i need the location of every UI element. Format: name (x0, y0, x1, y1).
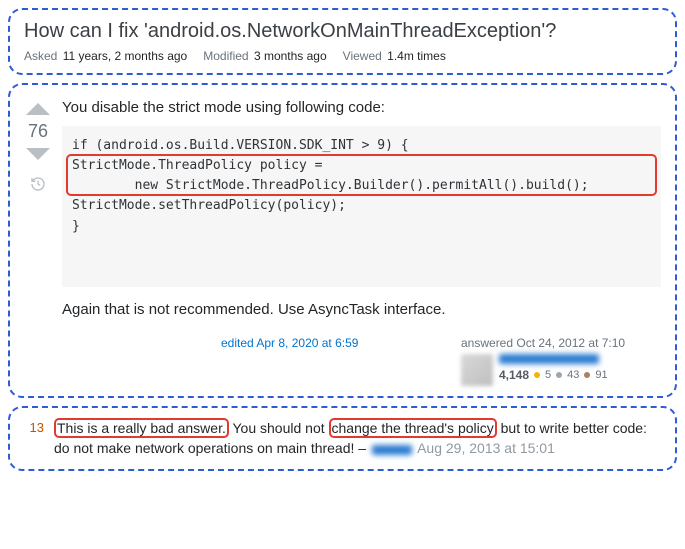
highlight-box-comment-1: This is a really bad answer. (54, 418, 229, 438)
bronze-count: 91 (595, 369, 607, 381)
viewed-label: Viewed (343, 49, 382, 63)
asked-value: 11 years, 2 months ago (63, 49, 188, 63)
gold-badge-icon (534, 372, 540, 378)
question-header: How can I fix 'android.os.NetworkOnMainT… (8, 8, 677, 75)
avatar (461, 354, 493, 386)
user-card[interactable]: 4,148 5 43 91 (461, 354, 661, 386)
modified-value: 3 months ago (254, 49, 327, 63)
code-line-1: if (android.os.Build.VERSION.SDK_INT > 9… (72, 138, 409, 153)
user-info: 4,148 5 43 91 (499, 354, 608, 382)
comment-time: Aug 29, 2013 at 15:01 (417, 440, 555, 456)
edited-time[interactable]: edited Apr 8, 2020 at 6:59 (221, 336, 421, 350)
answer-block: 76 You disable the strict mode using fol… (8, 83, 677, 398)
modified-label: Modified (203, 49, 248, 63)
comment-user[interactable] (372, 445, 412, 455)
reputation: 4,148 (499, 368, 529, 382)
code-line-5: } (72, 219, 80, 234)
signature-row: edited Apr 8, 2020 at 6:59 answered Oct … (62, 336, 661, 386)
history-icon[interactable] (30, 176, 46, 192)
answer-intro: You disable the strict mode using follow… (62, 99, 661, 116)
code-line-3: new StrictMode.ThreadPolicy.Builder().pe… (72, 178, 589, 193)
code-block: if (android.os.Build.VERSION.SDK_INT > 9… (62, 126, 661, 287)
vote-score: 76 (28, 121, 48, 142)
user-name[interactable] (499, 354, 599, 364)
edited-block: edited Apr 8, 2020 at 6:59 (221, 336, 421, 386)
code-line-4: StrictMode.setThreadPolicy(policy); (72, 198, 346, 213)
silver-count: 43 (567, 369, 579, 381)
question-title[interactable]: How can I fix 'android.os.NetworkOnMainT… (24, 20, 661, 43)
highlight-box-comment-2: change the thread's policy (329, 418, 497, 438)
comment-text: This is a really bad answer. You should … (54, 418, 661, 459)
viewed-value: 1.4m times (387, 49, 446, 63)
gold-count: 5 (545, 369, 551, 381)
asked-label: Asked (24, 49, 57, 63)
silver-badge-icon (556, 372, 562, 378)
reputation-row: 4,148 5 43 91 (499, 368, 608, 382)
vote-column: 76 (24, 95, 52, 386)
answer-outro: Again that is not recommended. Use Async… (62, 301, 661, 318)
comment-block: 13 This is a really bad answer. You shou… (8, 406, 677, 471)
answered-time: answered Oct 24, 2012 at 7:10 (461, 336, 661, 350)
code-line-2: StrictMode.ThreadPolicy policy = (72, 158, 330, 173)
comment-score: 13 (24, 420, 44, 435)
question-meta: Asked 11 years, 2 months ago Modified 3 … (24, 49, 661, 63)
bronze-badge-icon (584, 372, 590, 378)
upvote-icon[interactable] (26, 103, 50, 115)
answer-body: You disable the strict mode using follow… (62, 95, 661, 386)
answered-block: answered Oct 24, 2012 at 7:10 4,148 5 43… (461, 336, 661, 386)
downvote-icon[interactable] (26, 148, 50, 160)
comment-part2: You should not (229, 420, 329, 436)
